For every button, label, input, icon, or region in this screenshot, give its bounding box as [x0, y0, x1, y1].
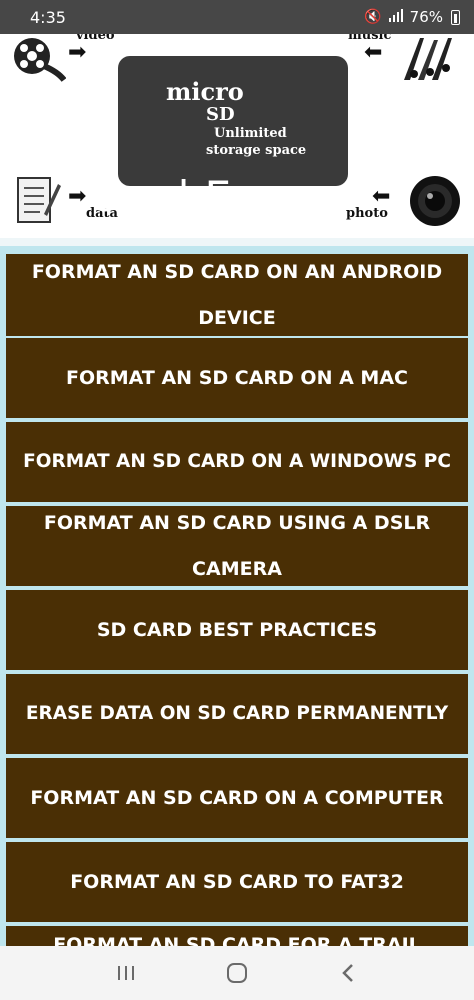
card-micro-text: micro	[166, 77, 244, 106]
mute-icon: 🔇	[364, 9, 382, 25]
camera-lens-icon	[408, 174, 462, 228]
card-unlimited-text: Unlimited	[214, 126, 287, 141]
battery-icon	[451, 9, 460, 25]
menu-item-computer[interactable]: FORMAT AN SD CARD ON A COMPUTER	[6, 758, 468, 838]
menu-item-label-2: DEVICE	[198, 307, 276, 329]
menu-item-label: SD CARD BEST PRACTICES	[96, 619, 378, 641]
menu-item-label: FORMAT AN SD CARD ON AN ANDROID	[31, 261, 443, 283]
label-video: video	[76, 34, 115, 43]
menu-item-android[interactable]: FORMAT AN SD CARD ON AN ANDROID DEVICE	[6, 254, 468, 336]
menu-item-label: FORMAT AN SD CARD ON A WINDOWS PC	[23, 451, 451, 472]
header-banner: ➡ video music ⬅ micro SD Unlimited stora…	[0, 34, 474, 246]
menu-item-label: FORMAT AN SD CARD ON A MAC	[66, 367, 408, 389]
menu-item-label-2: CAMERA	[192, 558, 282, 580]
menu-item-label: ERASE DATA ON SD CARD PERMANENTLY	[25, 703, 449, 724]
arrow-right-icon: ➡	[68, 40, 87, 65]
music-notes-icon	[400, 34, 460, 84]
menu-item-label: FORMAT AN SD CARD TO FAT32	[70, 871, 404, 893]
notepad-icon	[14, 174, 62, 226]
menu-item-best-practices[interactable]: SD CARD BEST PRACTICES	[6, 590, 468, 670]
banner-bottom-strip	[0, 238, 474, 246]
menu-item-fat32[interactable]: FORMAT AN SD CARD TO FAT32	[6, 842, 468, 922]
menu-item-erase[interactable]: ERASE DATA ON SD CARD PERMANENTLY	[6, 674, 468, 754]
recent-apps-button[interactable]	[106, 953, 146, 993]
menu-item-label: FORMAT AN SD CARD USING A DSLR	[43, 512, 431, 534]
arrow-right-icon-2: ➡	[68, 184, 87, 209]
banner-overlay-title: Card Era	[88, 172, 278, 221]
home-button[interactable]	[217, 953, 257, 993]
card-storage-text: storage space	[206, 143, 307, 158]
menu-item-windows[interactable]: FORMAT AN SD CARD ON A WINDOWS PC	[6, 422, 468, 502]
menu-list: FORMAT AN SD CARD ON AN ANDROID DEVICE FO…	[0, 246, 474, 946]
menu-item-dslr[interactable]: FORMAT AN SD CARD USING A DSLR CAMERA	[6, 506, 468, 586]
menu-item-mac[interactable]: FORMAT AN SD CARD ON A MAC	[6, 338, 468, 418]
status-bar: 4:35 🔇 76%	[0, 0, 474, 34]
arrow-left-icon-2: ⬅	[372, 184, 391, 209]
signal-icon	[388, 8, 404, 26]
microsd-card-graphic: micro SD Unlimited storage space	[118, 56, 348, 186]
menu-item-trail[interactable]: FORMAT AN SD CARD FOR A TRAIL	[6, 926, 468, 946]
battery-percent: 76%	[409, 8, 443, 26]
status-icons: 🔇 76%	[364, 8, 460, 26]
card-sd-text: SD	[206, 104, 235, 125]
status-time: 4:35	[30, 7, 66, 27]
system-nav-bar	[0, 946, 474, 1000]
menu-item-label: FORMAT AN SD CARD FOR A TRAIL	[53, 934, 421, 946]
label-photo: photo	[346, 206, 388, 221]
menu-item-label: FORMAT AN SD CARD ON A COMPUTER	[30, 787, 444, 809]
arrow-left-icon: ⬅	[364, 40, 383, 65]
film-reel-icon	[10, 36, 66, 82]
back-button[interactable]	[328, 953, 368, 993]
